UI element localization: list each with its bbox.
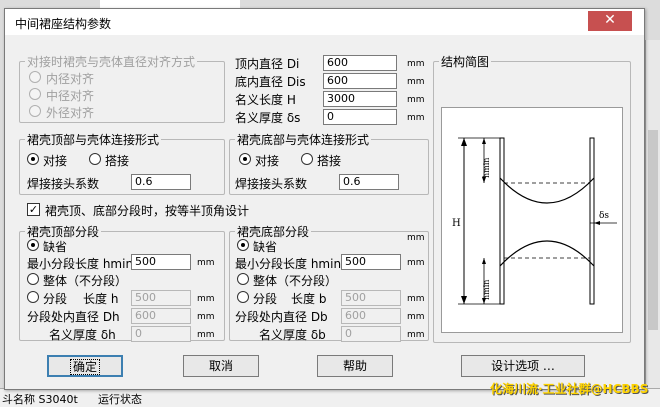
nominal-thickness-input[interactable]: 0 [323,109,397,125]
bottom-minlen-unit: mm [407,258,425,268]
diagram-H-label: H [452,218,461,229]
close-icon: ✕ [604,12,616,28]
top-butt-radio[interactable] [27,153,39,165]
ok-button[interactable]: 确定 [47,355,123,377]
half-cone-checkbox[interactable]: ✓ [27,203,40,216]
half-cone-label: 裙壳顶、底部分段时，按等半顶角设计 [45,204,250,218]
watermark-text: 化海川流·工业社群@HCBBS [490,382,649,396]
align-middle-label: 中径对齐 [46,89,95,103]
align-outer-label: 外径对齐 [46,106,95,120]
bottom-lap-label: 搭接 [317,154,342,168]
align-outer-radio[interactable] [29,105,41,117]
bottom-butt-radio[interactable] [239,153,251,165]
top-whole-radio[interactable] [27,273,39,285]
bottom-default-label: 缺省 [253,240,278,254]
cancel-button[interactable]: 取消 [183,355,259,377]
bottom-whole-label: 整体（不分段） [253,274,338,288]
top-thick-unit: mm [197,330,215,340]
bottom-diameter-unit: mm [407,77,425,87]
bottom-diam-unit: mm [407,312,425,322]
top-diam-unit: mm [197,312,215,322]
check-mark-icon: ✓ [28,203,39,216]
ok-button-label: 确定 [69,359,101,375]
align-group-title: 对接时裙壳与壳体直径对齐方式 [25,53,198,70]
align-middle-radio[interactable] [29,88,41,100]
top-lap-radio[interactable] [89,153,101,165]
top-minlen-unit: mm [197,258,215,268]
diagram-ds-label: δs [599,211,609,221]
top-minlen-input[interactable]: 500 [131,254,191,270]
diagram-hmin-bottom-label: hmin [482,280,491,300]
dialog-title: 中间裙座结构参数 [15,17,112,31]
bottom-len-label: 长度 b [291,292,327,306]
help-button-label: 帮助 [342,359,367,373]
top-diam-label: 分段处内直径 Dh [27,310,120,324]
bottom-diam-input[interactable]: 600 [341,308,401,324]
skirt-params-dialog: 中间裙座结构参数 ✕ 对接时裙壳与壳体直径对齐方式 内径对齐 中径对齐 外径对齐… [4,8,645,390]
dialog-titlebar[interactable]: 中间裙座结构参数 ✕ [5,9,644,35]
H-arrow-bottom [461,296,467,304]
top-default-radio[interactable] [27,239,39,251]
close-button[interactable]: ✕ [588,11,632,31]
bottom-default-unit: mm [407,233,425,243]
dialog-body: 对接时裙壳与壳体直径对齐方式 内径对齐 中径对齐 外径对齐 顶内直径 Di 60… [5,35,644,391]
bottom-segment-label: 分段 [253,292,278,306]
bottom-thick-unit: mm [407,330,425,340]
bottom-connect-title: 裙壳底部与壳体连接形式 [235,131,372,148]
structure-diagram: H hmin hmin δs [441,107,623,333]
design-options-label: 设计选项 … [491,359,555,373]
bottom-diameter-input[interactable]: 600 [323,73,397,89]
top-len-input[interactable]: 500 [131,290,191,306]
bottom-default-radio[interactable] [237,239,249,251]
nominal-thickness-label: 名义厚度 δs [235,111,301,125]
bottom-len-unit: mm [407,294,425,304]
bottom-diam-label: 分段处内直径 Db [235,310,328,324]
background-scroll-thumb[interactable] [648,130,658,330]
top-segment-label: 分段 [43,292,68,306]
top-minlen-label: 最小分段长度 hmin [27,257,134,271]
bottom-lap-radio[interactable] [301,153,313,165]
bottom-coef-input[interactable]: 0.6 [339,174,399,190]
top-thick-label: 名义厚度 δh [49,328,116,342]
top-thick-input[interactable]: 0 [131,326,191,342]
nominal-thickness-unit: mm [407,113,425,123]
top-diam-input[interactable]: 600 [131,308,191,324]
bottom-diameter-label: 底内直径 Dis [235,75,306,89]
top-whole-label: 整体（不分段） [43,274,128,288]
top-diameter-label: 顶内直径 Di [235,57,300,71]
bottom-minlen-label: 最小分段长度 hmin [235,257,342,271]
design-options-button[interactable]: 设计选项 … [461,355,585,377]
help-button[interactable]: 帮助 [317,355,393,377]
bottom-len-input[interactable]: 500 [341,290,401,306]
top-connect-title: 裙壳顶部与壳体连接形式 [25,131,162,148]
top-butt-label: 对接 [43,154,68,168]
top-coef-label: 焊接接头系数 [27,177,100,191]
align-inner-label: 内径对齐 [46,72,95,86]
bottom-coef-label: 焊接接头系数 [235,177,308,191]
diagram-title: 结构简图 [439,53,492,70]
top-coef-input[interactable]: 0.6 [131,174,191,190]
H-arrow-top [461,138,467,146]
top-len-unit: mm [197,294,215,304]
bottom-thick-input[interactable]: 0 [341,326,401,342]
top-lap-label: 搭接 [105,154,130,168]
top-default-label: 缺省 [43,240,68,254]
nominal-length-input[interactable]: 3000 [323,91,397,107]
top-len-label: 长度 h [83,292,119,306]
bottom-minlen-input[interactable]: 500 [341,254,401,270]
align-inner-radio[interactable] [29,71,41,83]
top-diameter-input[interactable]: 600 [323,55,397,71]
skirt-diagram-svg: H hmin hmin δs [452,137,617,305]
nominal-length-label: 名义长度 H [235,93,296,107]
bottom-whole-radio[interactable] [237,273,249,285]
top-segment-radio[interactable] [27,291,39,303]
cancel-button-label: 取消 [208,359,233,373]
nominal-length-unit: mm [407,95,425,105]
top-diameter-unit: mm [407,59,425,69]
bottom-thick-label: 名义厚度 δb [259,328,326,342]
diagram-hmin-top-label: hmin [482,158,491,178]
bottom-segment-radio[interactable] [237,291,249,303]
bottom-butt-label: 对接 [255,154,280,168]
